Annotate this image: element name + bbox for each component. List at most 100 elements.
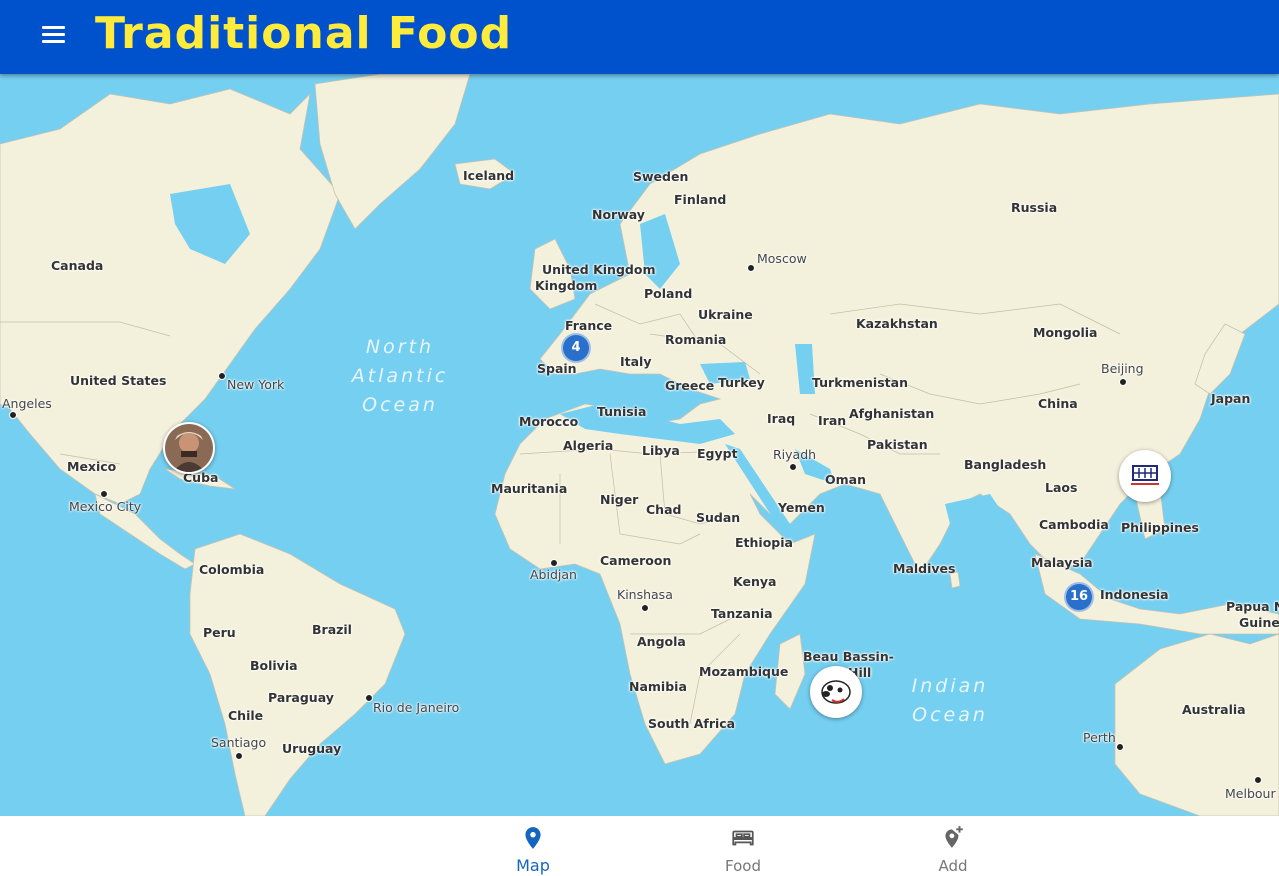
city-dot bbox=[1254, 776, 1262, 784]
country-label: Mexico bbox=[67, 459, 117, 474]
country-label: South Africa bbox=[648, 716, 736, 731]
country-label: Kingdom bbox=[535, 278, 598, 293]
country-label: Algeria bbox=[563, 438, 614, 453]
person-photo-icon bbox=[165, 424, 213, 472]
app-bar: Traditional Food bbox=[0, 0, 1279, 74]
country-label: Cambodia bbox=[1039, 517, 1109, 532]
city-dot bbox=[1116, 743, 1124, 751]
country-label: Pakistan bbox=[867, 437, 928, 452]
nav-item-map[interactable]: Map bbox=[473, 816, 593, 876]
country-label: Greece bbox=[665, 378, 715, 393]
food-marker-avatar[interactable] bbox=[1119, 450, 1171, 502]
city-label: Abidjan bbox=[530, 567, 577, 582]
country-label: Romania bbox=[665, 332, 727, 347]
country-label: Sweden bbox=[633, 169, 689, 184]
country-label: Niger bbox=[600, 492, 639, 507]
city-dot bbox=[550, 559, 558, 567]
world-map[interactable]: North Atlantic Ocean Indian Ocean Canada… bbox=[0, 74, 1279, 816]
country-label: Angola bbox=[637, 634, 686, 649]
marker-cluster[interactable]: 16 bbox=[1064, 582, 1094, 612]
menu-icon-line bbox=[42, 40, 65, 43]
country-label: United States bbox=[70, 373, 167, 388]
country-label: Spain bbox=[537, 361, 577, 376]
country-label: Tunisia bbox=[597, 404, 647, 419]
city-label: Perth bbox=[1083, 730, 1116, 745]
city-label: Mexico City bbox=[69, 499, 142, 514]
country-label: Turkey bbox=[718, 375, 765, 390]
country-label: Colombia bbox=[199, 562, 265, 577]
country-label: Uruguay bbox=[282, 741, 342, 756]
country-label: Finland bbox=[674, 192, 727, 207]
country-label: Guinea bbox=[1239, 615, 1279, 630]
app-title: Traditional Food bbox=[95, 8, 513, 59]
country-label: Chile bbox=[228, 708, 264, 723]
country-label: Ukraine bbox=[698, 307, 753, 322]
country-label: Mozambique bbox=[699, 664, 789, 679]
country-label: United Kingdom bbox=[542, 262, 656, 277]
nav-item-food[interactable]: Food bbox=[683, 816, 803, 876]
nav-item-add[interactable]: Add bbox=[893, 816, 1013, 876]
city-dot bbox=[218, 372, 226, 380]
menu-button[interactable] bbox=[30, 17, 76, 53]
city-label: Moscow bbox=[757, 251, 807, 266]
city-label: Beijing bbox=[1101, 361, 1144, 376]
nav-label: Food bbox=[725, 857, 761, 875]
city-label: New York bbox=[227, 377, 285, 392]
city-label: Kinshasa bbox=[617, 587, 673, 602]
country-label: Cameroon bbox=[600, 553, 672, 568]
bed-icon bbox=[732, 830, 754, 846]
country-label: France bbox=[565, 318, 613, 333]
city-label: Santiago bbox=[211, 735, 267, 750]
country-label: Turkmenistan bbox=[812, 375, 908, 390]
country-label: China bbox=[1038, 396, 1078, 411]
city-dot bbox=[100, 490, 108, 498]
country-label: Mauritania bbox=[491, 481, 568, 496]
country-label: Maldives bbox=[893, 561, 956, 576]
country-label: Paraguay bbox=[268, 690, 334, 705]
country-label: Yemen bbox=[778, 500, 825, 515]
country-label: Ethiopia bbox=[735, 535, 793, 550]
country-label: Italy bbox=[620, 354, 652, 369]
country-label: Indonesia bbox=[1100, 587, 1169, 602]
country-label: Brazil bbox=[312, 622, 352, 637]
country-label: Bangladesh bbox=[964, 457, 1047, 472]
country-label: Iran bbox=[818, 413, 847, 428]
country-label: Kenya bbox=[733, 574, 777, 589]
menu-icon-line bbox=[42, 26, 65, 29]
logo-icon bbox=[1121, 452, 1169, 500]
ocean-label-indian: Indian Ocean bbox=[895, 672, 1005, 730]
city-dot bbox=[365, 694, 373, 702]
country-label: Afghanistan bbox=[849, 406, 935, 421]
country-label: Kazakhstan bbox=[856, 316, 938, 331]
country-label: Mongolia bbox=[1033, 325, 1098, 340]
city-label: Riyadh bbox=[773, 447, 817, 462]
country-label: Chad bbox=[646, 502, 682, 517]
country-label: Sudan bbox=[696, 510, 741, 525]
country-label: Laos bbox=[1045, 480, 1078, 495]
ocean-label-line: Indian bbox=[911, 675, 989, 697]
food-marker-avatar[interactable] bbox=[810, 666, 862, 718]
ocean-label-line: North bbox=[365, 336, 435, 358]
country-label: Iceland bbox=[463, 168, 515, 183]
country-label: Malaysia bbox=[1031, 555, 1093, 570]
city-label: Rio de Janeiro bbox=[373, 700, 460, 715]
nav-label: Add bbox=[938, 857, 968, 875]
ocean-label-north-atlantic: North Atlantic Ocean bbox=[340, 333, 460, 420]
city-label: Melbour bbox=[1225, 786, 1276, 801]
country-label: Japan bbox=[1211, 391, 1251, 406]
city-dot bbox=[235, 752, 243, 760]
country-label: Canada bbox=[51, 258, 104, 273]
city-dot bbox=[641, 604, 649, 612]
city-dot bbox=[9, 411, 17, 419]
marker-cluster[interactable]: 4 bbox=[561, 333, 591, 363]
country-label: Tanzania bbox=[711, 606, 773, 621]
country-label: Poland bbox=[644, 286, 693, 301]
ocean-label-line: Ocean bbox=[362, 394, 438, 416]
city-dot bbox=[1119, 378, 1127, 386]
add-location-icon bbox=[945, 826, 963, 848]
country-label: Iraq bbox=[767, 411, 796, 426]
food-marker-avatar[interactable] bbox=[163, 422, 215, 474]
ocean-label-line: Ocean bbox=[912, 704, 988, 726]
city-dot bbox=[747, 264, 755, 272]
country-label: Egypt bbox=[697, 446, 738, 461]
